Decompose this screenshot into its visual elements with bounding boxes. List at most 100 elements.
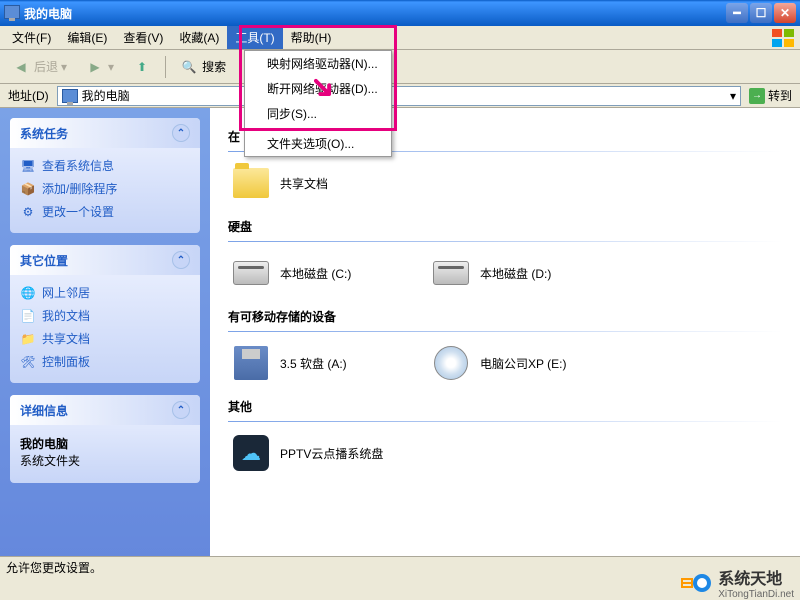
section-divider xyxy=(228,241,782,242)
collapse-icon[interactable]: ⌃ xyxy=(172,124,190,142)
section-other: 其他 xyxy=(228,398,782,415)
task-label: 我的文档 xyxy=(42,307,90,324)
network-icon: 🌐 xyxy=(20,285,36,301)
control-panel-icon: 🛠 xyxy=(20,354,36,370)
go-label: 转到 xyxy=(768,87,792,104)
search-icon: 🔍 xyxy=(179,57,199,77)
floppy-icon xyxy=(232,344,270,382)
windows-logo-icon xyxy=(772,29,796,47)
item-local-disk-c[interactable]: 本地磁盘 (C:) xyxy=(228,250,418,296)
watermark: 系统天地 XiTongTianDi.net xyxy=(680,565,794,600)
item-cdrom-e[interactable]: 电脑公司XP (E:) xyxy=(428,340,618,386)
menu-view[interactable]: 查看(V) xyxy=(115,26,171,49)
task-label: 查看系统信息 xyxy=(42,157,114,174)
back-icon: ◀ xyxy=(11,57,31,77)
detail-name: 我的电脑 xyxy=(20,435,190,452)
item-local-disk-d[interactable]: 本地磁盘 (D:) xyxy=(428,250,618,296)
item-floppy-a[interactable]: 3.5 软盘 (A:) xyxy=(228,340,418,386)
item-label: 共享文档 xyxy=(280,175,414,192)
panel-header[interactable]: 详细信息 ⌃ xyxy=(10,395,200,425)
main-area: 系统任务 ⌃ 🖥查看系统信息 📦添加/删除程序 ⚙ 更改一个设置 其它位置 ⌃ 🌐… xyxy=(0,108,800,578)
dropdown-arrow-icon: ▾ xyxy=(108,60,114,74)
item-pptv-cloud[interactable]: ☁ PPTV云点播系统盘 xyxy=(228,430,418,476)
settings-icon: ⚙ xyxy=(20,204,36,220)
panel-header[interactable]: 系统任务 ⌃ xyxy=(10,118,200,148)
shared-folder-icon: 📁 xyxy=(20,331,36,347)
menu-separator xyxy=(245,128,391,129)
address-label: 地址(D) xyxy=(4,87,53,104)
address-input[interactable]: 我的电脑 ▾ xyxy=(57,86,741,106)
close-button[interactable]: ✕ xyxy=(774,3,796,23)
toolbar: ◀ 后退 ▾ ▶ ▾ ⬆ 🔍 搜索 📁 文 xyxy=(0,50,800,84)
item-label: 本地磁盘 (C:) xyxy=(280,265,414,282)
documents-icon: 📄 xyxy=(20,308,36,324)
watermark-name: 系统天地 xyxy=(718,565,794,589)
item-label: 本地磁盘 (D:) xyxy=(480,265,614,282)
go-button[interactable]: → 转到 xyxy=(745,87,796,104)
task-label: 共享文档 xyxy=(42,330,90,347)
folder-icon xyxy=(232,164,270,202)
menu-file[interactable]: 文件(F) xyxy=(4,26,59,49)
panel-header[interactable]: 其它位置 ⌃ xyxy=(10,245,200,275)
place-my-documents[interactable]: 📄 我的文档 xyxy=(20,304,190,327)
item-label: 3.5 软盘 (A:) xyxy=(280,355,414,372)
minimize-button[interactable]: ━ xyxy=(726,3,748,23)
collapse-icon[interactable]: ⌃ xyxy=(172,251,190,269)
hard-drive-icon xyxy=(232,254,270,292)
watermark-logo-icon xyxy=(680,567,712,599)
forward-icon: ▶ xyxy=(85,57,105,77)
maximize-button[interactable]: ☐ xyxy=(750,3,772,23)
panel-details: 详细信息 ⌃ 我的电脑 系统文件夹 xyxy=(10,395,200,483)
dropdown-arrow-icon: ▾ xyxy=(61,60,67,74)
search-label: 搜索 xyxy=(202,58,226,75)
menu-bar: 文件(F) 编辑(E) 查看(V) 收藏(A) 工具(T) 帮助(H) xyxy=(0,26,800,50)
task-label: 更改一个设置 xyxy=(42,203,114,220)
section-divider xyxy=(228,421,782,422)
item-label: 电脑公司XP (E:) xyxy=(480,355,614,372)
detail-type: 系统文件夹 xyxy=(20,452,190,469)
programs-icon: 📦 xyxy=(20,181,36,197)
item-shared-documents[interactable]: 共享文档 xyxy=(228,160,418,206)
task-view-system-info[interactable]: 🖥查看系统信息 xyxy=(20,154,190,177)
place-shared-docs[interactable]: 📁 共享文档 xyxy=(20,327,190,350)
menu-help[interactable]: 帮助(H) xyxy=(283,26,340,49)
item-label: PPTV云点播系统盘 xyxy=(280,445,414,462)
back-label: 后退 xyxy=(34,58,58,75)
collapse-icon[interactable]: ⌃ xyxy=(172,401,190,419)
panel-title: 系统任务 xyxy=(20,125,68,142)
app-icon xyxy=(4,5,20,21)
address-value: 我的电脑 xyxy=(82,87,130,104)
pptv-icon: ☁ xyxy=(232,434,270,472)
task-label: 控制面板 xyxy=(42,353,90,370)
window-title: 我的电脑 xyxy=(24,5,726,22)
task-add-remove-programs[interactable]: 📦添加/删除程序 xyxy=(20,177,190,200)
section-divider xyxy=(228,331,782,332)
title-bar: 我的电脑 ━ ☐ ✕ xyxy=(0,0,800,26)
place-control-panel[interactable]: 🛠 控制面板 xyxy=(20,350,190,373)
computer-icon xyxy=(62,89,78,103)
task-change-setting[interactable]: ⚙ 更改一个设置 xyxy=(20,200,190,223)
menu-favorites[interactable]: 收藏(A) xyxy=(171,26,227,49)
sidebar: 系统任务 ⌃ 🖥查看系统信息 📦添加/删除程序 ⚙ 更改一个设置 其它位置 ⌃ 🌐… xyxy=(0,108,210,578)
menu-edit[interactable]: 编辑(E) xyxy=(59,26,115,49)
back-button[interactable]: ◀ 后退 ▾ xyxy=(4,53,74,81)
hard-drive-icon xyxy=(432,254,470,292)
up-icon: ⬆ xyxy=(132,57,152,77)
section-disks: 硬盘 xyxy=(228,218,782,235)
panel-title: 详细信息 xyxy=(20,402,68,419)
menu-folder-options[interactable]: 文件夹选项(O)... xyxy=(245,131,391,156)
search-button[interactable]: 🔍 搜索 xyxy=(172,53,233,81)
panel-title: 其它位置 xyxy=(20,252,68,269)
up-button[interactable]: ⬆ xyxy=(125,53,159,81)
place-network[interactable]: 🌐网上邻居 xyxy=(20,281,190,304)
toolbar-separator xyxy=(165,56,166,78)
cd-icon xyxy=(432,344,470,382)
dropdown-arrow-icon[interactable]: ▾ xyxy=(730,89,736,103)
status-text: 允许您更改设置。 xyxy=(6,559,102,576)
panel-other-places: 其它位置 ⌃ 🌐网上邻居 📄 我的文档 📁 共享文档 🛠 控制面板 xyxy=(10,245,200,383)
menu-tools[interactable]: 工具(T) xyxy=(227,26,282,49)
watermark-url: XiTongTianDi.net xyxy=(718,589,794,600)
panel-system-tasks: 系统任务 ⌃ 🖥查看系统信息 📦添加/删除程序 ⚙ 更改一个设置 xyxy=(10,118,200,233)
content-area: 在 共享文档 硬盘 本地磁盘 (C:) 本地磁盘 (D:) 有可移动存储的设备 xyxy=(210,108,800,578)
forward-button[interactable]: ▶ ▾ xyxy=(78,53,121,81)
